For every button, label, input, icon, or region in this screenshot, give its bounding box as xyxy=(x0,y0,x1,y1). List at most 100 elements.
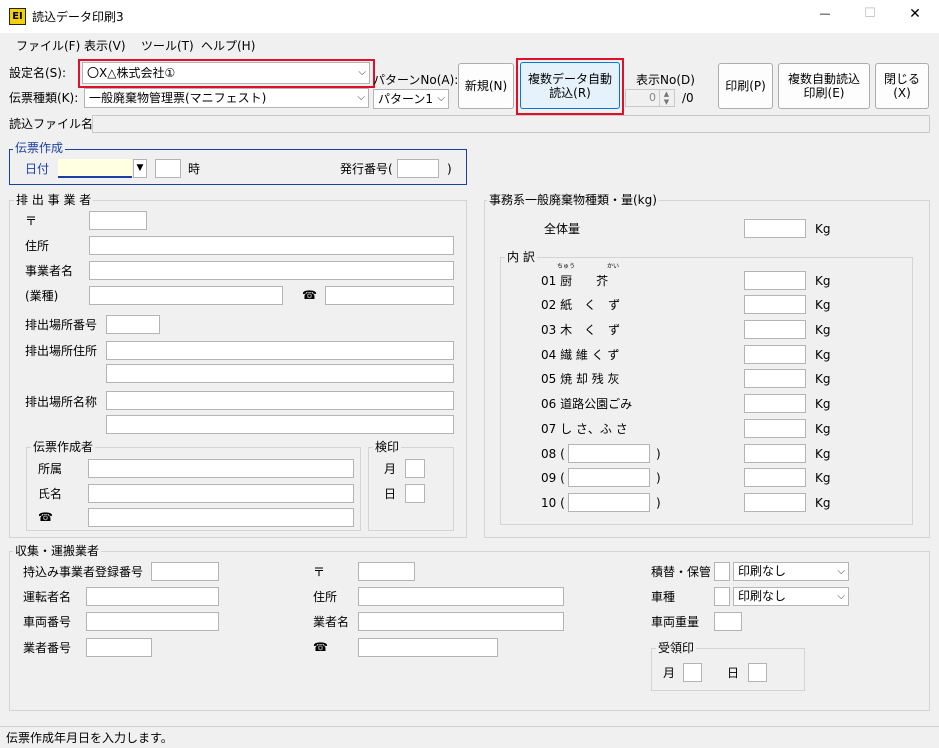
transship-select[interactable]: 印刷なし ⌵ xyxy=(733,562,849,581)
address-input[interactable] xyxy=(89,236,454,255)
vehicle-type-check-input[interactable] xyxy=(714,587,730,606)
display-no-stepper[interactable]: 0 ▲ ▼ xyxy=(625,89,675,107)
collector-company-input[interactable] xyxy=(358,612,564,631)
waste-item-01-input[interactable] xyxy=(744,271,806,290)
window-title: 読込データ印刷3 xyxy=(32,10,124,24)
slip-type-value: 一般廃棄物管理票(マニフェスト) xyxy=(89,91,267,105)
waste-item-09-name-input[interactable] xyxy=(568,468,650,487)
new-button[interactable]: 新規(N) xyxy=(458,63,514,109)
business-name-input[interactable] xyxy=(89,261,454,280)
waste-item-06-label: 06 道路公園ごみ xyxy=(541,397,633,411)
waste-item-10-input[interactable] xyxy=(744,493,806,512)
receipt-day-input[interactable] xyxy=(748,663,767,682)
vehicle-type-select[interactable]: 印刷なし ⌵ xyxy=(733,587,849,606)
collector-postal-input[interactable] xyxy=(358,562,415,581)
menu-tools[interactable]: ツール(T) xyxy=(141,37,194,54)
receipt-month-label: 月 xyxy=(663,666,676,680)
print-button[interactable]: 印刷(P) xyxy=(718,63,773,109)
pattern-label: パターンNo(A): xyxy=(373,73,459,87)
waste-item-02-input[interactable] xyxy=(744,295,806,314)
waste-item-08-name-input[interactable] xyxy=(568,444,650,463)
multi-auto-read-print-button[interactable]: 複数自動読込 印刷(E) xyxy=(778,63,870,109)
waste-item-09-input[interactable] xyxy=(744,468,806,487)
total-input[interactable] xyxy=(744,219,806,238)
menu-help[interactable]: ヘルプ(H) xyxy=(201,37,255,54)
receipt-month-input[interactable] xyxy=(683,663,702,682)
date-input[interactable] xyxy=(58,159,132,178)
address-label: 住所 xyxy=(25,239,50,253)
issue-no-label: 発行番号( xyxy=(340,162,393,176)
spin-up-down-icon[interactable]: ▲ ▼ xyxy=(659,90,673,106)
date-dropdown-icon[interactable]: ▼ xyxy=(133,159,147,178)
site-address-input-2[interactable] xyxy=(106,364,454,383)
creator-dept-input[interactable] xyxy=(88,459,354,478)
slip-type-select[interactable]: 一般廃棄物管理票(マニフェスト) ⌵ xyxy=(84,88,369,108)
creator-dept-label: 所属 xyxy=(38,462,63,476)
waste-item-10-unit: Kg xyxy=(815,496,831,510)
waste-item-06-input[interactable] xyxy=(744,394,806,413)
waste-item-09-close: ) xyxy=(656,471,661,485)
site-name-label: 排出場所名称 xyxy=(25,395,98,409)
collector-title: 収集・運搬業者 xyxy=(13,544,102,558)
multi-auto-read-highlight xyxy=(516,58,624,115)
waste-item-06-unit: Kg xyxy=(815,397,831,411)
chevron-down-icon: ⌵ xyxy=(357,92,365,103)
setting-highlight xyxy=(78,59,375,88)
driver-label: 運転者名 xyxy=(23,590,72,604)
waste-item-01-unit: Kg xyxy=(815,274,831,288)
maximize-button[interactable]: ☐ xyxy=(855,6,885,21)
collector-phone-input[interactable] xyxy=(358,638,498,657)
site-no-input[interactable] xyxy=(106,315,160,334)
postal-label: 〒 xyxy=(25,214,38,228)
waste-item-05-label: 05 焼 却 残 灰 xyxy=(541,372,620,386)
chevron-down-icon: ⌵ xyxy=(437,93,445,104)
pattern-select[interactable]: パターン1 ⌵ xyxy=(373,89,449,109)
app-icon: EI xyxy=(9,8,26,25)
business-name-label: 事業者名 xyxy=(25,264,74,278)
business-no-label: 業者番号 xyxy=(23,641,72,655)
vehicle-weight-input[interactable] xyxy=(714,612,742,631)
menu-file[interactable]: ファイル(F) xyxy=(16,37,80,54)
close-button[interactable]: 閉じる(X) xyxy=(875,63,929,109)
site-address-input-1[interactable] xyxy=(106,341,454,360)
inspection-month-input[interactable] xyxy=(405,459,425,478)
creator-name-label: 氏名 xyxy=(38,487,63,501)
vehicle-type-label: 車種 xyxy=(651,590,676,604)
slip-creation-title: 伝票作成 xyxy=(13,141,66,155)
hour-label: 時 xyxy=(188,162,201,176)
collector-address-input[interactable] xyxy=(358,587,564,606)
waste-item-08-input[interactable] xyxy=(744,444,806,463)
creator-name-input[interactable] xyxy=(88,484,354,503)
industry-input[interactable] xyxy=(89,286,283,305)
waste-item-02-label: 02 紙 く ず xyxy=(541,298,621,312)
inspection-day-input[interactable] xyxy=(405,484,425,503)
waste-item-05-input[interactable] xyxy=(744,369,806,388)
driver-input[interactable] xyxy=(86,587,219,606)
postal-input[interactable] xyxy=(89,211,147,230)
site-name-input-1[interactable] xyxy=(106,391,454,410)
read-file-field xyxy=(92,115,930,133)
issue-no-input[interactable] xyxy=(397,159,439,178)
vehicle-no-input[interactable] xyxy=(86,612,219,631)
waste-item-04-input[interactable] xyxy=(744,345,806,364)
business-no-input[interactable] xyxy=(86,638,152,657)
creator-phone-input[interactable] xyxy=(88,508,354,527)
site-no-label: 排出場所番号 xyxy=(25,318,98,332)
transship-label: 積替・保管 xyxy=(651,565,712,579)
inspection-title: 検印 xyxy=(373,440,402,454)
close-window-button[interactable]: ✕ xyxy=(900,6,930,22)
site-name-input-2[interactable] xyxy=(106,415,454,434)
hour-input[interactable] xyxy=(155,159,181,178)
waste-item-03-input[interactable] xyxy=(744,320,806,339)
title-bar: EI 読込データ印刷3 — ☐ ✕ xyxy=(0,0,939,33)
reg-no-input[interactable] xyxy=(151,562,219,581)
minimize-button[interactable]: — xyxy=(810,7,840,20)
discharger-title: 排 出 事 業 者 xyxy=(14,193,94,207)
phone-input[interactable] xyxy=(325,286,454,305)
menu-view[interactable]: 表示(V) xyxy=(84,37,126,54)
waste-item-10-name-input[interactable] xyxy=(568,493,650,512)
transship-check-input[interactable] xyxy=(714,562,730,581)
total-unit: Kg xyxy=(815,222,831,236)
waste-title: 事務系一般廃棄物種類・量(kg) xyxy=(487,193,659,207)
waste-item-07-input[interactable] xyxy=(744,419,806,438)
